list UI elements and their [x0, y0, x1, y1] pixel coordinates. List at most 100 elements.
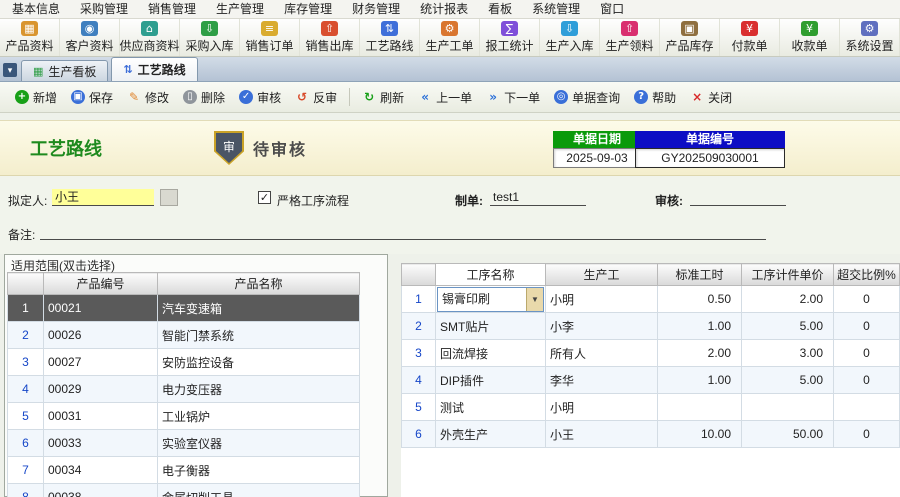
menu-item[interactable]: 窗口 [590, 0, 634, 18]
toolbar-item[interactable]: ¥ 付款单 [720, 19, 780, 56]
menu-item[interactable]: 基本信息 [2, 0, 70, 18]
process-name-cell[interactable]: ▼ 回流焊接 [436, 340, 546, 367]
toolbar-item[interactable]: ◉ 客户资料 [60, 19, 120, 56]
doc-number-input[interactable]: GY202509030001 [635, 148, 785, 168]
menu-item[interactable]: 库存管理 [274, 0, 342, 18]
row-number: 1 [8, 295, 44, 322]
product-row[interactable]: 5 00031 工业锅炉 [8, 403, 360, 430]
product-row[interactable]: 3 00027 安防监控设备 [8, 349, 360, 376]
products-table-body: 1 00021 汽车变速箱 2 00026 智能门禁系统 3 00027 安防监… [8, 295, 360, 497]
product-row[interactable]: 8 00038 金属切削工具 [8, 484, 360, 497]
tab-icon: ⇅ [123, 63, 132, 76]
toolbar-item[interactable]: ∑ 报工统计 [480, 19, 540, 56]
maker-value: test1 [490, 189, 586, 206]
product-row[interactable]: 6 00033 实验室仪器 [8, 430, 360, 457]
toolbar-item[interactable]: ⇅ 工艺路线 [360, 19, 420, 56]
process-row[interactable]: 6 ▼ 外壳生产 小王 10.00 50.00 0 [402, 421, 900, 448]
process-name-cell[interactable]: ▼ DIP插件 [436, 367, 546, 394]
action-audit[interactable]: ✓ 审核 [232, 86, 288, 109]
col-piece-price[interactable]: 工序计件单价 [742, 264, 834, 286]
drafter-picker-button[interactable] [160, 189, 178, 206]
tab-list-icon[interactable]: ▾ [3, 63, 17, 77]
status-badge: 待审核 [253, 136, 307, 160]
process-name-cell[interactable]: ▼ SMT贴片 [436, 313, 546, 340]
action-next-doc[interactable]: » 下一单 [479, 86, 547, 109]
col-over-ratio[interactable]: 超交比例% [834, 264, 900, 286]
worker-cell: 小明 [546, 286, 658, 313]
toolbar-item[interactable]: ⇩ 生产入库 [540, 19, 600, 56]
process-row[interactable]: 4 ▼ DIP插件 李华 1.00 5.00 0 [402, 367, 900, 394]
action-refresh[interactable]: ↻ 刷新 [355, 86, 411, 109]
product-code-cell: 00027 [44, 349, 158, 376]
auditor-label: 审核: [655, 192, 683, 209]
menu-item[interactable]: 采购管理 [70, 0, 138, 18]
over-ratio-cell: 0 [834, 340, 900, 367]
chevron-down-icon[interactable]: ▼ [526, 288, 543, 311]
action-doc-query[interactable]: ◎ 单据查询 [547, 86, 627, 109]
process-name-cell[interactable]: ▼ 外壳生产 [436, 421, 546, 448]
col-worker[interactable]: 生产工 [546, 264, 658, 286]
action-prev-doc[interactable]: « 上一单 [411, 86, 479, 109]
product-row[interactable]: 4 00029 电力变压器 [8, 376, 360, 403]
toolbar-item[interactable]: ⇧ 生产领料 [600, 19, 660, 56]
product-name-cell: 金属切削工具 [158, 484, 360, 497]
action-close[interactable]: × 关闭 [683, 86, 739, 109]
product-name-cell: 实验室仪器 [158, 430, 360, 457]
col-process-name[interactable]: 工序名称 [436, 264, 546, 286]
toolbar-item[interactable]: ⚙ 生产工单 [420, 19, 480, 56]
toolbar-item[interactable]: ⚙ 系统设置 [840, 19, 900, 56]
tab-process-routing[interactable]: ⇅ 工艺路线 [111, 57, 197, 81]
process-row[interactable]: 1 锡膏印刷 ▼ 小明 0.50 2.00 0 [402, 286, 900, 313]
standard-hours-cell: 1.00 [658, 367, 742, 394]
menu-item[interactable]: 统计报表 [410, 0, 478, 18]
standard-hours-cell [658, 394, 742, 421]
process-row[interactable]: 2 ▼ SMT贴片 小李 1.00 5.00 0 [402, 313, 900, 340]
product-row[interactable]: 7 00034 电子衡器 [8, 457, 360, 484]
toolbar-item[interactable]: ≡ 销售订单 [240, 19, 300, 56]
process-panel: 工序名称 生产工 标准工时 工序计件单价 超交比例% 1 锡膏印刷 ▼ 小明 0… [401, 263, 900, 497]
tab-production-kanban[interactable]: ▦ 生产看板 [21, 60, 108, 81]
menu-item[interactable]: 看板 [478, 0, 522, 18]
menu-item[interactable]: 生产管理 [206, 0, 274, 18]
drafter-input[interactable]: 小王 [52, 189, 154, 206]
row-number: 3 [8, 349, 44, 376]
toolbar-item[interactable]: ▣ 产品库存 [660, 19, 720, 56]
action-new[interactable]: + 新增 [8, 86, 64, 109]
action-help[interactable]: ? 帮助 [627, 86, 683, 109]
menu-item[interactable]: 销售管理 [138, 0, 206, 18]
action-delete[interactable]: ▯ 删除 [176, 86, 232, 109]
col-product-code[interactable]: 产品编号 [44, 273, 158, 295]
product-stock-icon: ▣ [681, 21, 698, 36]
strict-flow-checkbox[interactable]: ✓ [258, 191, 271, 204]
sales-outbound-icon: ⇧ [321, 21, 338, 36]
process-name-cell[interactable]: ▼ 测试 [436, 394, 546, 421]
product-row[interactable]: 2 00026 智能门禁系统 [8, 322, 360, 349]
process-name-cell[interactable]: 锡膏印刷 ▼ [436, 286, 546, 313]
col-standard-hours[interactable]: 标准工时 [658, 264, 742, 286]
process-name-combobox[interactable]: 锡膏印刷 ▼ [437, 287, 544, 312]
process-row[interactable]: 5 ▼ 测试 小明 [402, 394, 900, 421]
toolbar-item[interactable]: ¥ 收款单 [780, 19, 840, 56]
toolbar-item[interactable]: ⇧ 销售出库 [300, 19, 360, 56]
action-unaudit[interactable]: ↺ 反审 [288, 86, 344, 109]
menu-item[interactable]: 财务管理 [342, 0, 410, 18]
product-code-cell: 00034 [44, 457, 158, 484]
action-save[interactable]: ▣ 保存 [64, 86, 120, 109]
product-code-cell: 00029 [44, 376, 158, 403]
system-settings-icon: ⚙ [861, 21, 878, 36]
action-toolbar: + 新增 ▣ 保存 ✎ 修改 ▯ 删除 ✓ 审核 ↺ 反审 ↻ 刷新 « 上一单… [0, 82, 900, 113]
standard-hours-cell: 10.00 [658, 421, 742, 448]
document-form: 拟定人: 小王 ✓ 严格工序流程 制单: test1 审核: 备注: [0, 176, 900, 254]
product-row[interactable]: 1 00021 汽车变速箱 [8, 295, 360, 322]
toolbar-item[interactable]: ▦ 产品资料 [0, 19, 60, 56]
doc-date-input[interactable]: 2025-09-03 [553, 148, 641, 168]
col-product-name[interactable]: 产品名称 [158, 273, 360, 295]
action-edit[interactable]: ✎ 修改 [120, 86, 176, 109]
remark-input[interactable] [40, 223, 766, 240]
toolbar-item[interactable]: ⌂ 供应商资料 [120, 19, 180, 56]
supplier-info-icon: ⌂ [141, 21, 158, 36]
toolbar-item[interactable]: ⇩ 采购入库 [180, 19, 240, 56]
row-number: 5 [8, 403, 44, 430]
process-row[interactable]: 3 ▼ 回流焊接 所有人 2.00 3.00 0 [402, 340, 900, 367]
menu-item[interactable]: 系统管理 [522, 0, 590, 18]
